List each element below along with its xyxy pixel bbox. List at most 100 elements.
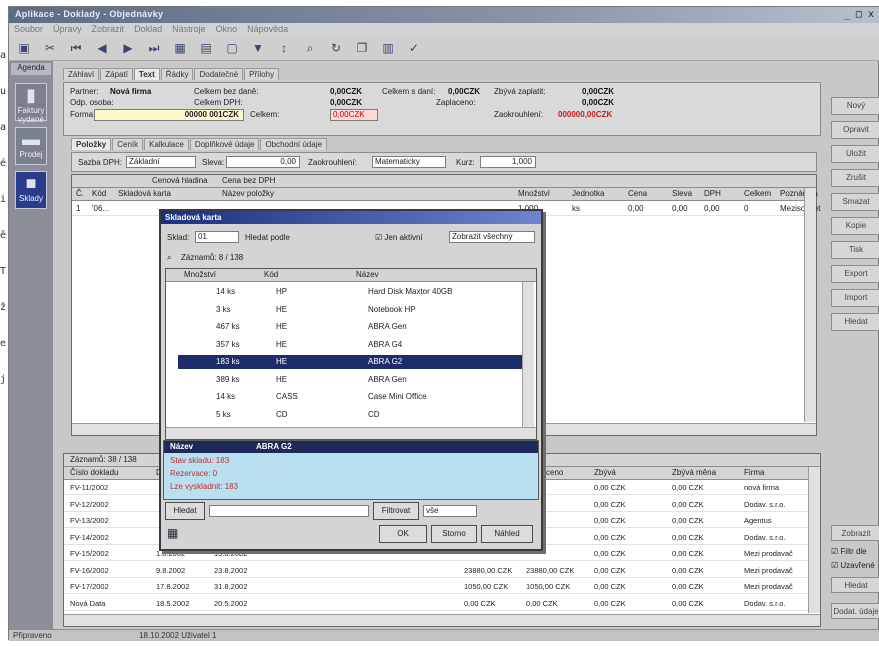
calculator-icon[interactable]: ▦ <box>167 526 178 540</box>
rate-field[interactable]: 1,000 <box>480 156 536 168</box>
tab-1[interactable]: Zápatí <box>100 68 133 80</box>
active-only-checkbox[interactable]: ☑ Jen aktivní <box>375 233 423 242</box>
column-header[interactable]: Firma <box>744 468 764 477</box>
menu-item[interactable]: Úpravy <box>48 23 87 35</box>
preview-button[interactable]: Náhled <box>481 525 533 543</box>
paste-icon[interactable]: ▥ <box>381 41 395 55</box>
save-icon[interactable]: ▣ <box>17 41 31 55</box>
side-button[interactable]: Import <box>831 289 879 307</box>
filter-scope-select[interactable]: vše <box>423 505 477 517</box>
subtab-2[interactable]: Kalkulace <box>144 138 189 150</box>
dialog-view-select[interactable]: Zobrazit všechny <box>449 231 535 243</box>
list-item[interactable]: 14 ks HP Hard Disk Maxtor 40GB <box>178 285 528 299</box>
subtab-0[interactable]: Položky <box>71 138 112 150</box>
list-item[interactable]: 467 ks HE ABRA Gen <box>178 320 528 334</box>
extra-data-button[interactable]: Dodat. údaje <box>831 603 879 619</box>
print-icon[interactable]: ▤ <box>199 41 213 55</box>
column-header[interactable]: Číslo dokladu <box>70 468 118 477</box>
menu-item[interactable]: Nástroje <box>167 23 211 35</box>
check-icon[interactable]: ✓ <box>407 41 421 55</box>
nav-item-faktury[interactable]: ▮ Faktury vydané <box>15 83 47 124</box>
column-header[interactable]: Množství <box>518 189 550 198</box>
window-controls[interactable]: _ □ x <box>844 9 874 20</box>
list-item[interactable]: 14 ks CASS Case Mini Office <box>178 390 528 404</box>
column-header[interactable]: Množství <box>184 270 216 279</box>
column-header[interactable]: Kód <box>264 270 278 279</box>
filter-icon[interactable]: ▼ <box>251 41 265 55</box>
list-item[interactable]: 389 ks HE ABRA Gen <box>178 373 528 387</box>
copy-icon[interactable]: ❐ <box>355 41 369 55</box>
menu-item[interactable]: Zobrazit <box>87 23 130 35</box>
list-vertical-scrollbar[interactable] <box>522 282 534 428</box>
tab-2[interactable]: Text <box>133 68 160 80</box>
column-header[interactable]: Název <box>356 270 379 279</box>
list-item[interactable]: 357 ks HE ABRA G4 <box>178 338 528 352</box>
first-icon[interactable]: ⏮ <box>69 41 83 55</box>
find-button[interactable]: Hledat <box>831 577 879 593</box>
grid-icon[interactable]: ▦ <box>173 41 187 55</box>
column-header[interactable]: Sleva <box>672 189 692 198</box>
tab-3[interactable]: Řádky <box>160 68 194 80</box>
grid-tab[interactable]: Cenová hladina <box>152 176 208 185</box>
nav-item-prodej[interactable]: ▬ Prodej <box>15 127 47 165</box>
find-icon[interactable]: ⌕ <box>303 41 317 55</box>
column-header[interactable]: Zbývá měna <box>672 468 716 477</box>
side-button[interactable]: Zrušit <box>831 169 879 187</box>
dialog-filter-field[interactable]: 01 <box>195 231 239 243</box>
column-header[interactable]: Kód <box>92 189 106 198</box>
grid-vertical-scrollbar[interactable] <box>804 188 816 422</box>
tab-5[interactable]: Přílohy <box>244 68 280 80</box>
side-button[interactable]: Opravit <box>831 121 879 139</box>
show-button[interactable]: Zobrazit <box>831 525 879 541</box>
menu-item[interactable]: Okno <box>211 23 243 35</box>
column-header[interactable]: Cena <box>628 189 647 198</box>
refresh-icon[interactable]: ↻ <box>329 41 343 55</box>
subtab-3[interactable]: Doplňkové údaje <box>189 138 260 150</box>
table-row[interactable]: FV-16/2002 9.8.2002 23.8.2002 23880,00 CZK 2… <box>64 564 808 578</box>
total-field[interactable]: 0,00CZK <box>330 109 378 121</box>
subtab-1[interactable]: Ceník <box>112 138 144 150</box>
menu-item[interactable]: Doklad <box>129 23 167 35</box>
menu-item[interactable]: Soubor <box>9 23 48 35</box>
vat-rate-select[interactable]: Základní <box>126 156 196 168</box>
column-header[interactable]: Celkem <box>744 189 771 198</box>
search-input[interactable] <box>209 505 369 517</box>
side-button[interactable]: Uložit <box>831 145 879 163</box>
cut-icon[interactable]: ✂ <box>43 41 57 55</box>
menu-item[interactable]: Nápověda <box>242 23 293 35</box>
column-header[interactable]: Název položky <box>222 189 274 198</box>
sort-icon[interactable]: ↕ <box>277 41 291 55</box>
side-button[interactable]: Tisk <box>831 241 879 259</box>
filter-button[interactable]: Filtrovat <box>373 502 419 520</box>
documents-vertical-scrollbar[interactable] <box>808 467 820 613</box>
cancel-button[interactable]: Storno <box>431 525 477 543</box>
next-icon[interactable]: ▶ <box>121 41 135 55</box>
grid-tab[interactable]: Cena bez DPH <box>222 176 275 185</box>
column-header[interactable]: Č. <box>76 189 84 198</box>
column-header[interactable]: Zbývá <box>594 468 616 477</box>
search-button[interactable]: Hledat <box>165 502 205 520</box>
table-row[interactable]: Nová Data 18.5.2002 20.5.2002 0,00 CZK 0,00 … <box>64 597 808 611</box>
documents-horizontal-scrollbar[interactable] <box>64 614 820 626</box>
list-item[interactable]: 5 ks CD CD <box>178 408 528 422</box>
side-button[interactable]: Smazat <box>831 193 879 211</box>
nav-item-sklady[interactable]: ■ Sklady <box>15 171 47 209</box>
discount-field[interactable]: 0,00 <box>226 156 300 168</box>
side-button[interactable]: Kopie <box>831 217 879 235</box>
column-header[interactable]: DPH <box>704 189 721 198</box>
side-button[interactable]: Export <box>831 265 879 283</box>
side-button[interactable]: Hledat <box>831 313 879 331</box>
closed-checkbox[interactable]: ☑ Uzavřené <box>831 561 875 570</box>
last-icon[interactable]: ⏭ <box>147 41 161 55</box>
rounding-mode-select[interactable]: Matematicky <box>372 156 446 168</box>
list-item[interactable]: 183 ks HE ABRA G2 <box>178 355 528 369</box>
prev-icon[interactable]: ◀ <box>95 41 109 55</box>
column-header[interactable]: Jednotka <box>572 189 604 198</box>
subtab-4[interactable]: Obchodní údaje <box>260 138 327 150</box>
filter-checkbox[interactable]: ☑ Filtr dle <box>831 547 867 556</box>
list-horizontal-scrollbar[interactable] <box>166 427 536 439</box>
ok-button[interactable]: OK <box>379 525 427 543</box>
form-field[interactable]: 00000 001CZK <box>94 109 244 121</box>
list-item[interactable]: 3 ks HE Notebook HP <box>178 303 528 317</box>
preview-icon[interactable]: ▢ <box>225 41 239 55</box>
